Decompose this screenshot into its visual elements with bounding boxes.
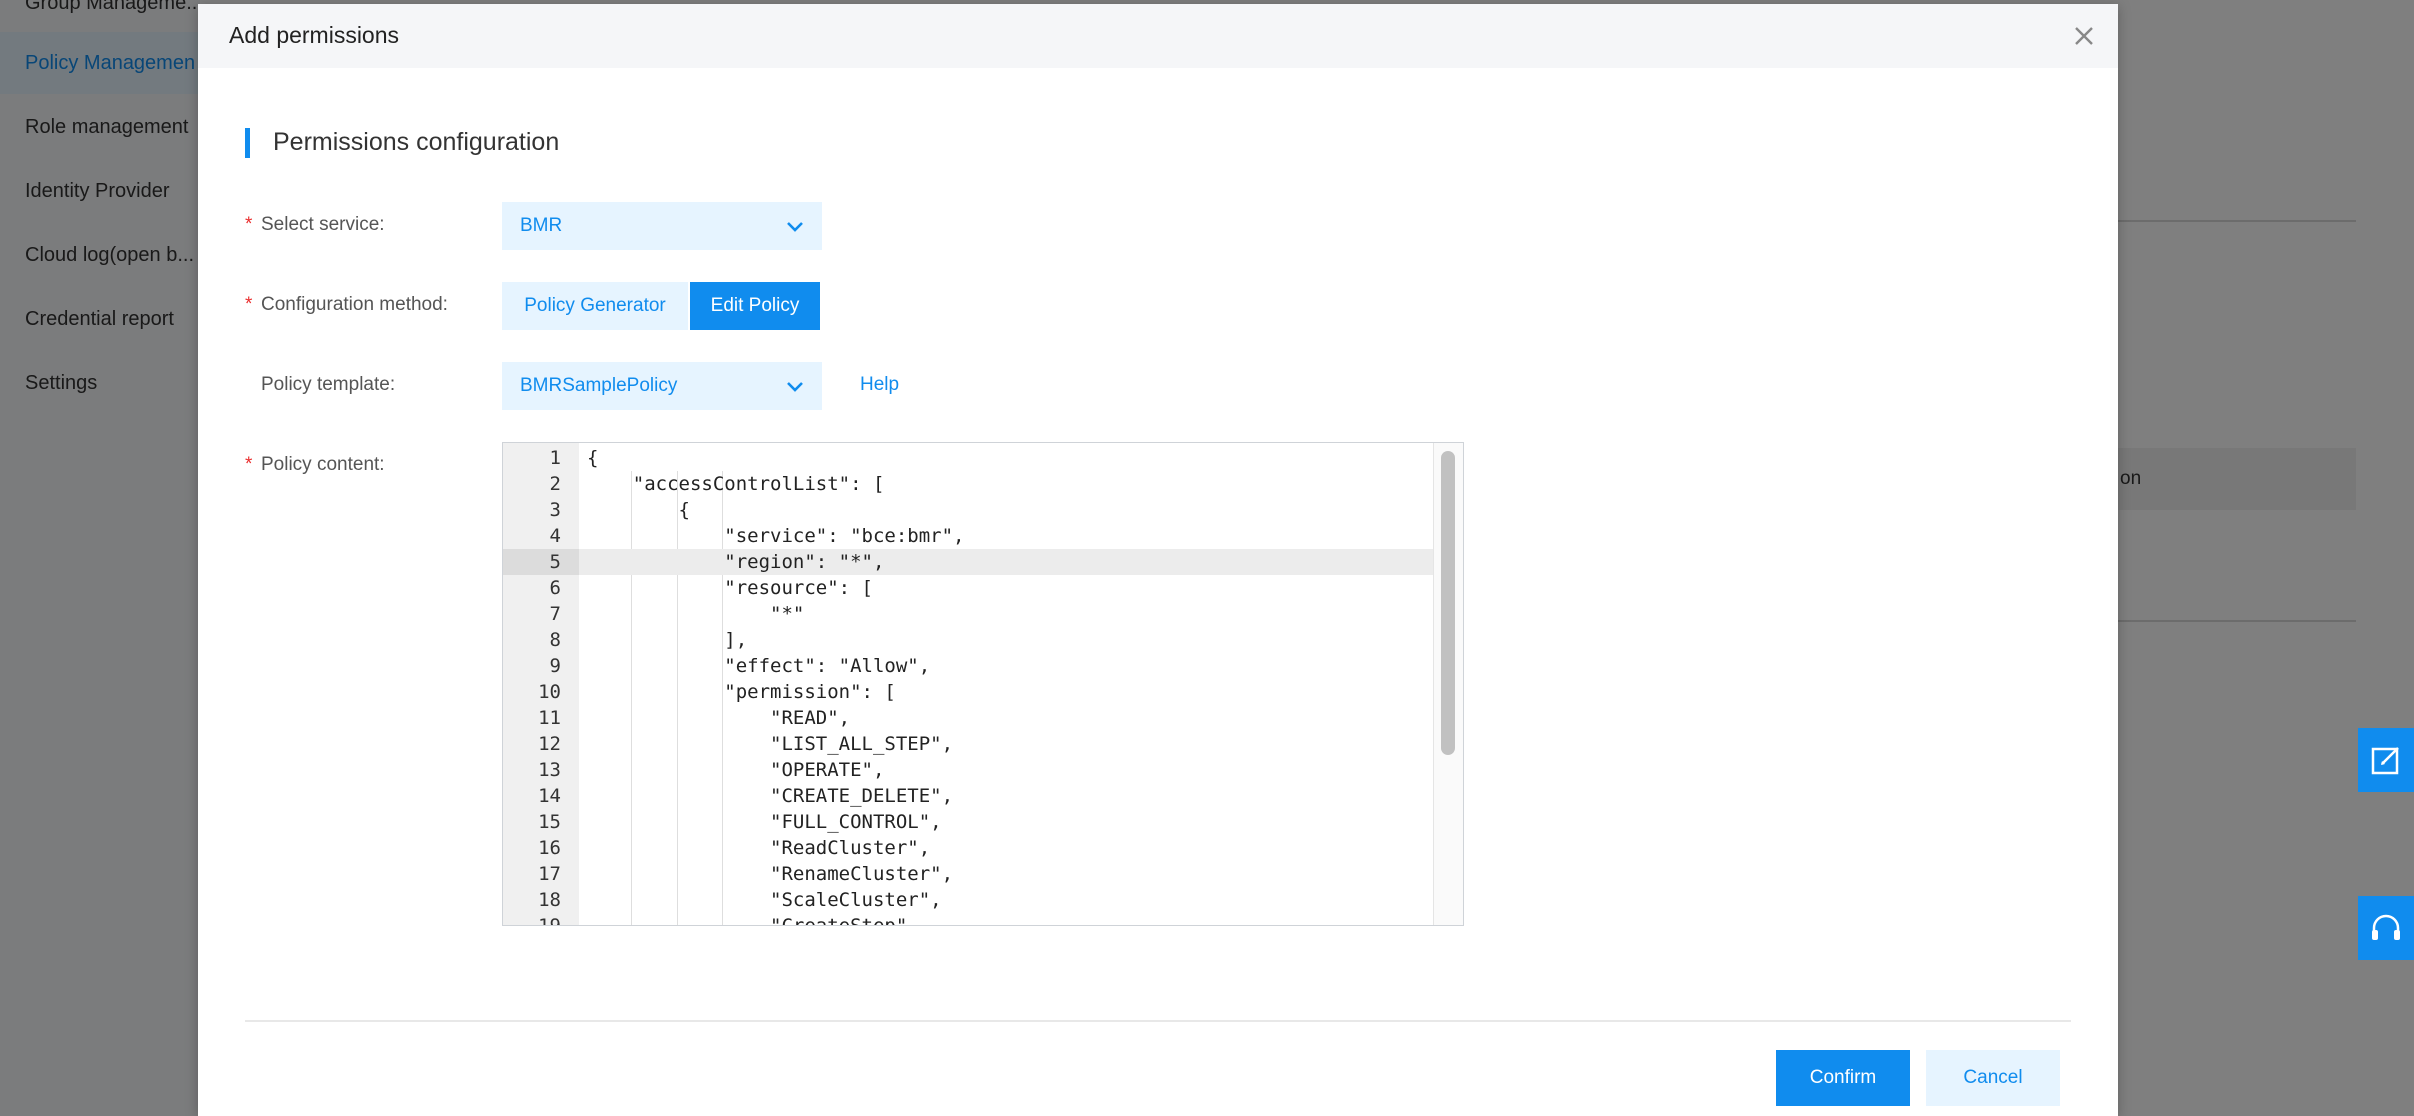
line-text: "effect": "Allow",	[587, 655, 931, 677]
policy-template-select[interactable]: BMRSamplePolicy	[502, 362, 822, 410]
dialog-title: Add permissions	[229, 22, 400, 48]
line-number: 6	[549, 577, 561, 599]
close-icon	[2075, 27, 2093, 45]
line-text: "CreateStep",	[587, 915, 919, 926]
service-select-value: BMR	[520, 215, 563, 236]
service-select[interactable]: BMR	[502, 202, 822, 250]
line-text: {	[587, 499, 690, 521]
float-edit-button[interactable]	[2358, 728, 2414, 792]
line-number: 8	[549, 629, 561, 651]
line-number: 4	[549, 525, 561, 547]
line-number: 9	[549, 655, 561, 677]
policy-code-editor[interactable]: 1{2 "accessControlList": [3 {4 "service"…	[502, 442, 1464, 926]
policy-generator-button[interactable]: Policy Generator	[502, 282, 688, 330]
editor-code-area[interactable]: 1{2 "accessControlList": [3 {4 "service"…	[503, 443, 1433, 926]
code-line[interactable]: 18 "ScaleCluster",	[503, 887, 1433, 913]
required-mark: *	[245, 454, 253, 475]
code-line[interactable]: 12 "LIST_ALL_STEP",	[503, 731, 1433, 757]
template-label: Policy template:	[261, 374, 396, 395]
service-label: * Select service:	[245, 214, 385, 235]
line-number: 14	[538, 785, 561, 807]
editor-scroll-thumb[interactable]	[1441, 451, 1455, 755]
code-line[interactable]: 1{	[503, 445, 1433, 471]
section-accent-bar	[245, 128, 250, 158]
code-line[interactable]: 4 "service": "bce:bmr",	[503, 523, 1433, 549]
line-number: 1	[549, 447, 561, 469]
line-text: {	[587, 447, 599, 469]
code-line[interactable]: 11 "READ",	[503, 705, 1433, 731]
line-text: "OPERATE",	[587, 759, 885, 781]
edit-policy-button[interactable]: Edit Policy	[690, 282, 820, 330]
headset-icon	[2372, 914, 2400, 940]
code-line[interactable]: 15 "FULL_CONTROL",	[503, 809, 1433, 835]
line-text: "accessControlList": [	[587, 473, 885, 495]
footer-divider	[245, 1020, 2071, 1022]
code-line[interactable]: 8 ],	[503, 627, 1433, 653]
code-line[interactable]: 16 "ReadCluster",	[503, 835, 1433, 861]
required-mark: *	[245, 294, 253, 315]
chevron-down-icon	[787, 382, 803, 392]
cancel-button[interactable]: Cancel	[1926, 1050, 2060, 1106]
line-text: "region": "*",	[587, 551, 885, 573]
policy-template-value: BMRSamplePolicy	[520, 375, 678, 396]
line-number: 17	[538, 863, 561, 885]
line-number: 3	[549, 499, 561, 521]
chevron-down-icon	[787, 222, 803, 232]
line-number: 2	[549, 473, 561, 495]
dialog-close-button[interactable]	[2066, 18, 2102, 54]
line-text: "service": "bce:bmr",	[587, 525, 965, 547]
edit-icon	[2371, 747, 2399, 775]
code-line[interactable]: 9 "effect": "Allow",	[503, 653, 1433, 679]
code-line[interactable]: 5 "region": "*",	[503, 549, 1433, 575]
code-line[interactable]: 6 "resource": [	[503, 575, 1433, 601]
line-text: "LIST_ALL_STEP",	[587, 733, 954, 755]
method-label: * Configuration method:	[245, 294, 448, 315]
line-number: 5	[503, 549, 579, 575]
line-number: 16	[538, 837, 561, 859]
required-mark: *	[245, 214, 253, 235]
line-number: 18	[538, 889, 561, 911]
code-line[interactable]: 10 "permission": [	[503, 679, 1433, 705]
content-label: * Policy content:	[245, 454, 385, 475]
code-line[interactable]: 13 "OPERATE",	[503, 757, 1433, 783]
line-text: "ReadCluster",	[587, 837, 931, 859]
line-text: "RenameCluster",	[587, 863, 954, 885]
line-number: 10	[538, 681, 561, 703]
code-line[interactable]: 7 "*"	[503, 601, 1433, 627]
line-text: "ScaleCluster",	[587, 889, 942, 911]
code-line[interactable]: 14 "CREATE_DELETE",	[503, 783, 1433, 809]
section-title: Permissions configuration	[273, 128, 560, 156]
line-number: 11	[538, 707, 561, 729]
code-line[interactable]: 19 "CreateStep",	[503, 913, 1433, 926]
code-line[interactable]: 3 {	[503, 497, 1433, 523]
line-text: "*"	[587, 603, 805, 625]
help-link[interactable]: Help	[860, 374, 899, 396]
line-text: "permission": [	[587, 681, 896, 703]
code-line[interactable]: 17 "RenameCluster",	[503, 861, 1433, 887]
dialog-header: Add permissions	[198, 4, 2118, 68]
float-support-button[interactable]	[2358, 896, 2414, 960]
line-number: 12	[538, 733, 561, 755]
line-number: 13	[538, 759, 561, 781]
code-line[interactable]: 2 "accessControlList": [	[503, 471, 1433, 497]
line-text: "READ",	[587, 707, 851, 729]
line-text: ],	[587, 629, 748, 651]
line-text: "CREATE_DELETE",	[587, 785, 954, 807]
add-permissions-dialog: Add permissions Permissions configuratio…	[198, 4, 2118, 1116]
line-text: "FULL_CONTROL",	[587, 811, 942, 833]
line-number: 19	[538, 915, 561, 926]
line-number: 15	[538, 811, 561, 833]
line-text: "resource": [	[587, 577, 873, 599]
line-number: 7	[549, 603, 561, 625]
confirm-button[interactable]: Confirm	[1776, 1050, 1910, 1106]
